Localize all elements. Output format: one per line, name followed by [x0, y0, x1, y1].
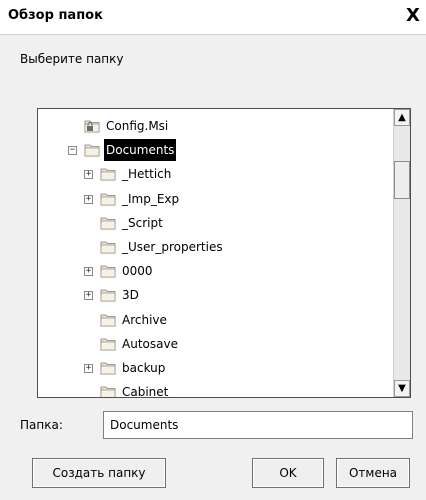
ok-button[interactable]: OK: [252, 458, 324, 488]
collapse-icon[interactable]: −: [68, 146, 77, 156]
folder-icon: [100, 168, 116, 181]
tree-item-label: _Hettich: [122, 167, 172, 182]
folder-icon: [100, 193, 116, 205]
tree-item-label: Cabinet: [122, 385, 169, 398]
folder-icon: [100, 362, 116, 375]
folder-icon: [84, 144, 100, 157]
tree-item-label: 0000: [122, 264, 153, 279]
tree-item-label: _Imp_Exp: [122, 191, 180, 206]
folder-icon: [100, 338, 116, 351]
scroll-down-button[interactable]: ▼: [394, 380, 410, 397]
tree-item-label: Config.Msi: [106, 119, 169, 133]
folder-icon: [100, 241, 116, 254]
close-button[interactable]: X: [402, 5, 424, 27]
prompt-text: Выберите папку: [20, 52, 124, 66]
tree-item-label: 3D: [122, 288, 139, 303]
tree-item-label: Documents: [104, 139, 177, 162]
expand-icon[interactable]: +: [84, 267, 93, 277]
tree-item-label: Autosave: [122, 336, 178, 351]
folder-name-input[interactable]: Documents: [103, 411, 413, 439]
scroll-thumb[interactable]: [394, 161, 410, 199]
tree-item-label: Archive: [122, 312, 167, 327]
new-folder-button[interactable]: Создать папку: [32, 458, 166, 488]
folder-field-label: Папка:: [20, 418, 63, 432]
tree-item-label: backup: [122, 361, 166, 375]
folder-icon: [100, 217, 116, 230]
scroll-up-button[interactable]: ▲: [394, 109, 410, 126]
cancel-button[interactable]: Отмена: [336, 458, 410, 488]
folder-tree[interactable]: Config.Msi − Documents + _Hettich + _Imp_Exp _S…: [37, 108, 411, 398]
expand-icon[interactable]: +: [84, 170, 93, 180]
expand-icon[interactable]: +: [84, 291, 93, 301]
folder-icon: [100, 386, 116, 397]
title-bar: Обзор папок X: [0, 0, 426, 35]
locked-folder-icon: [84, 120, 100, 133]
folder-icon: [100, 265, 116, 278]
expand-icon[interactable]: +: [84, 364, 93, 373]
tree-item-label: _User_properties: [122, 240, 223, 254]
dialog-title: Обзор папок: [8, 8, 103, 23]
tree-item-label: _Script: [122, 215, 163, 230]
vertical-scrollbar[interactable]: ▲ ▼: [393, 109, 410, 397]
expand-icon[interactable]: +: [84, 194, 93, 204]
folder-icon: [100, 289, 116, 302]
folder-icon: [100, 314, 116, 326]
